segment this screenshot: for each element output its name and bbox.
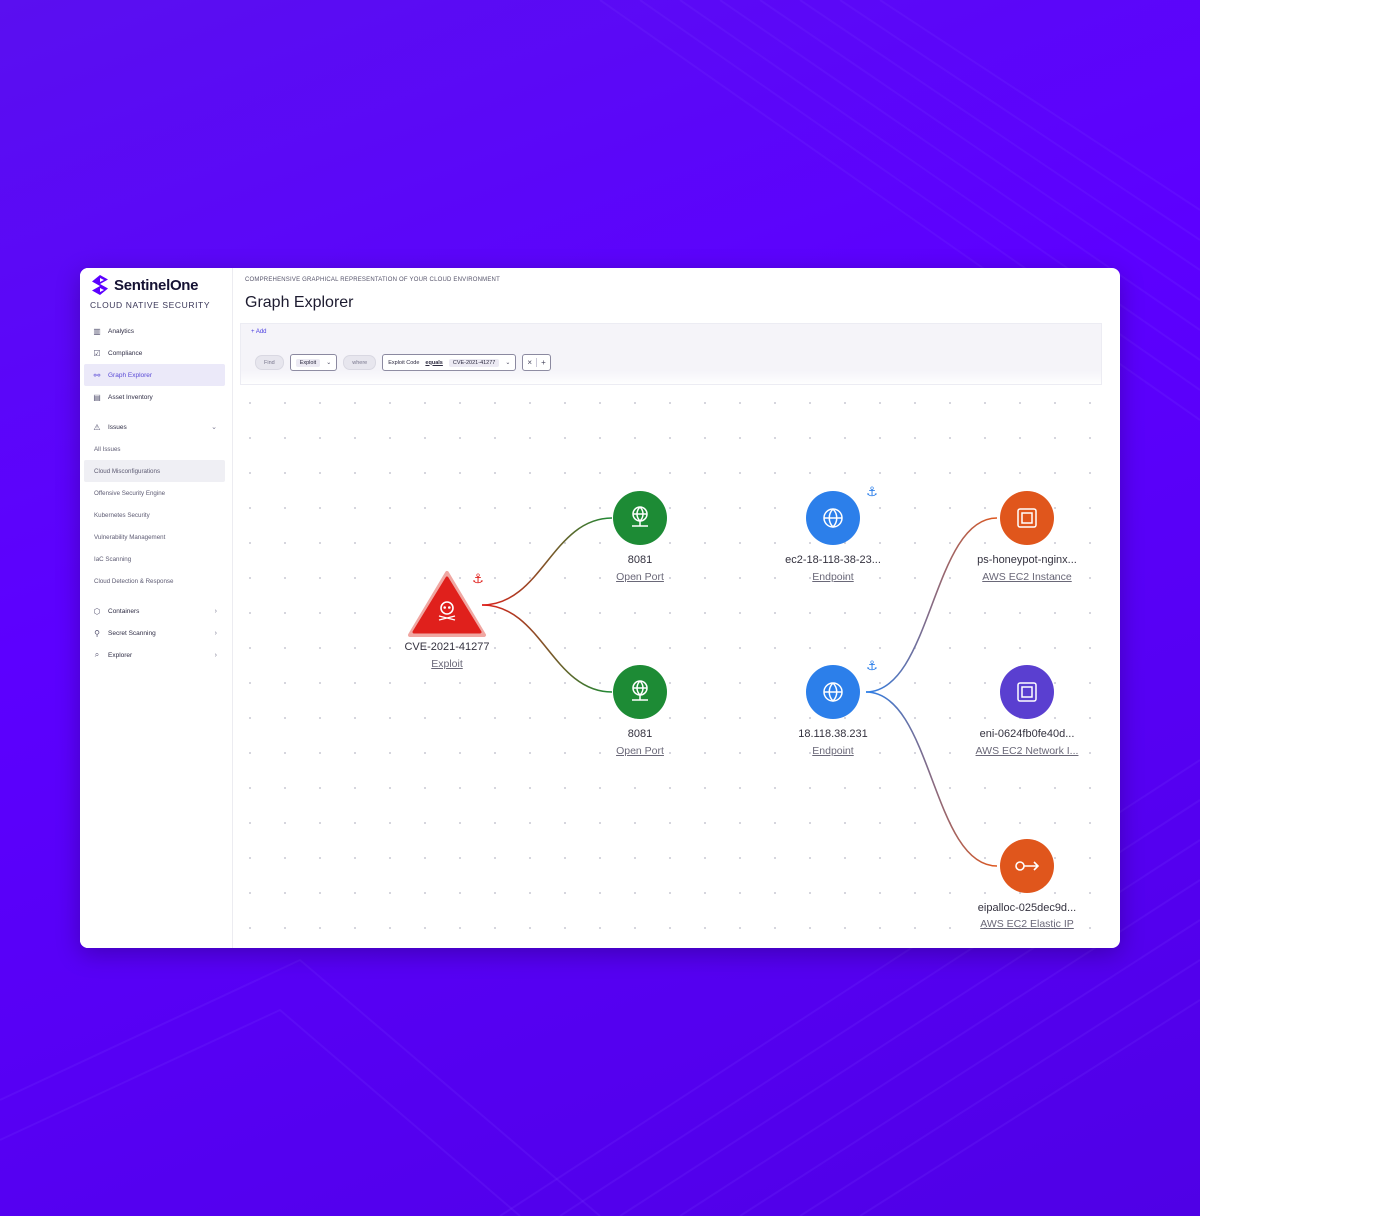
add-condition-button[interactable]: + bbox=[536, 358, 550, 367]
query-builder: + Add Find Exploit ⌄ where Exploit Code … bbox=[240, 323, 1102, 385]
condition-select[interactable]: Exploit Code equals CVE-2021-41277 ⌄ bbox=[382, 354, 517, 371]
sidebar-subitem-kubernetes-security[interactable]: Kubernetes Security bbox=[84, 504, 225, 526]
chevron-right-icon: › bbox=[214, 607, 217, 615]
node-network-interface[interactable] bbox=[1000, 665, 1054, 719]
condition-operator[interactable]: equals bbox=[425, 360, 442, 366]
node-type-link[interactable]: AWS EC2 Instance bbox=[982, 571, 1071, 583]
sidebar-item-label: Containers bbox=[108, 607, 140, 615]
node-type-link[interactable]: Exploit bbox=[431, 658, 463, 670]
page-kicker: COMPREHENSIVE GRAPHICAL REPRESENTATION O… bbox=[245, 277, 500, 283]
page-title: Graph Explorer bbox=[245, 294, 354, 311]
node-type-link[interactable]: Open Port bbox=[616, 571, 664, 583]
node-label: eni-0624fb0fe40d... bbox=[979, 728, 1075, 740]
node-type-link[interactable]: Open Port bbox=[616, 745, 664, 757]
anchor-icon: ⚓ bbox=[866, 659, 878, 674]
sidebar-item-explorer[interactable]: ⌕ Explorer › bbox=[84, 644, 225, 666]
query-row: Find Exploit ⌄ where Exploit Code equals… bbox=[255, 354, 551, 371]
brand-subtitle: CLOUD NATIVE SECURITY bbox=[90, 300, 211, 310]
sidebar-item-graph-explorer[interactable]: ⚯ Graph Explorer bbox=[84, 364, 225, 386]
check-square-icon: ☑ bbox=[93, 348, 101, 358]
chevron-down-icon: ⌄ bbox=[211, 424, 217, 431]
remove-condition-button[interactable]: × bbox=[523, 358, 536, 367]
sidebar-subitem-offensive-security-engine[interactable]: Offensive Security Engine bbox=[84, 482, 225, 504]
node-label: 8081 bbox=[627, 728, 653, 740]
graph-svg: ⚓ ⚓ ⚓ bbox=[232, 385, 1120, 948]
node-type-link[interactable]: AWS EC2 Elastic IP bbox=[980, 918, 1074, 930]
sidebar-subitem-vulnerability-management[interactable]: Vulnerability Management bbox=[84, 526, 225, 548]
sidebar: SentinelOne CLOUD NATIVE SECURITY ▥ Anal… bbox=[80, 268, 233, 948]
sidebar-item-label: Secret Scanning bbox=[108, 629, 156, 637]
sidebar-subitem-all-issues[interactable]: All Issues bbox=[84, 438, 225, 460]
sidebar-item-analytics[interactable]: ▥ Analytics bbox=[84, 320, 225, 342]
find-label: Find bbox=[255, 355, 284, 370]
dot-grid bbox=[232, 385, 1120, 948]
node-type-link[interactable]: AWS EC2 Network I... bbox=[976, 745, 1079, 757]
sidebar-item-label: Explorer bbox=[108, 651, 133, 659]
sidebar-item-label: Issues bbox=[108, 423, 127, 431]
anchor-icon: ⚓ bbox=[472, 572, 484, 587]
sidebar-item-asset-inventory[interactable]: ▤ Asset Inventory bbox=[84, 386, 225, 408]
brand-name: SentinelOne bbox=[114, 276, 199, 294]
entity-select[interactable]: Exploit ⌄ bbox=[289, 354, 338, 371]
condition-value: CVE-2021-41277 bbox=[448, 358, 500, 367]
node-label: 8081 bbox=[627, 554, 653, 566]
query-fade bbox=[241, 370, 1101, 384]
node-type-link[interactable]: Endpoint bbox=[812, 745, 853, 757]
graph-canvas[interactable]: ⚓ ⚓ ⚓ CVE-2021-41277 Exploit 8081 Open P… bbox=[232, 385, 1120, 948]
sentinelone-logo-icon bbox=[92, 275, 108, 295]
sidebar-nav: ▥ Analytics ☑ Compliance ⚯ Graph Explore… bbox=[84, 320, 225, 666]
container-icon: ⬡ bbox=[93, 606, 101, 616]
sidebar-subitem-iac-scanning[interactable]: IaC Scanning bbox=[84, 548, 225, 570]
sidebar-item-compliance[interactable]: ☑ Compliance bbox=[84, 342, 225, 364]
brand-logo[interactable]: SentinelOne bbox=[90, 274, 199, 296]
node-label: ec2-18-118-38-23... bbox=[785, 554, 881, 566]
chevron-down-icon: ⌄ bbox=[326, 360, 332, 366]
node-label: ps-honeypot-nginx... bbox=[977, 554, 1077, 566]
white-margin bbox=[1200, 0, 1382, 1216]
sidebar-item-label: Asset Inventory bbox=[108, 393, 153, 401]
sidebar-item-label: Compliance bbox=[108, 349, 143, 357]
main-content: COMPREHENSIVE GRAPHICAL REPRESENTATION O… bbox=[232, 268, 1120, 948]
sidebar-item-containers[interactable]: ⬡ Containers › bbox=[84, 600, 225, 622]
node-port2[interactable] bbox=[613, 665, 667, 719]
app-window: SentinelOne CLOUD NATIVE SECURITY ▥ Anal… bbox=[80, 268, 1120, 948]
sidebar-item-secret-scanning[interactable]: ⚲ Secret Scanning › bbox=[84, 622, 225, 644]
add-query-link[interactable]: + Add bbox=[251, 329, 267, 335]
node-label: CVE-2021-41277 bbox=[404, 641, 490, 653]
inventory-icon: ▤ bbox=[93, 392, 101, 402]
chevron-down-icon: ⌄ bbox=[505, 360, 511, 366]
chevron-right-icon: › bbox=[214, 651, 217, 659]
anchor-icon: ⚓ bbox=[866, 485, 878, 500]
search-icon: ⌕ bbox=[94, 650, 100, 659]
node-label: eipalloc-025dec9d... bbox=[977, 902, 1077, 914]
entity-value: Exploit bbox=[295, 358, 321, 367]
sidebar-item-issues[interactable]: ⚠ Issues ⌄ bbox=[84, 416, 225, 438]
query-actions: × + bbox=[522, 354, 551, 371]
sidebar-item-label: Analytics bbox=[108, 327, 135, 335]
key-icon: ⚲ bbox=[94, 628, 100, 638]
node-port1[interactable] bbox=[613, 491, 667, 545]
node-label: 18.118.38.231 bbox=[798, 728, 868, 740]
condition-field: Exploit Code bbox=[388, 359, 420, 366]
sidebar-item-label: Graph Explorer bbox=[108, 371, 153, 379]
warning-icon: ⚠ bbox=[93, 422, 101, 432]
sidebar-subitem-cloud-detection-response[interactable]: Cloud Detection & Response bbox=[84, 570, 225, 592]
where-label: where bbox=[343, 355, 377, 370]
node-ec2-instance[interactable] bbox=[1000, 491, 1054, 545]
sidebar-subitem-cloud-misconfigurations[interactable]: Cloud Misconfigurations bbox=[84, 460, 225, 482]
graph-icon: ⚯ bbox=[93, 370, 101, 380]
node-elastic-ip[interactable] bbox=[1000, 839, 1054, 893]
bar-chart-icon: ▥ bbox=[93, 326, 101, 336]
node-type-link[interactable]: Endpoint bbox=[812, 571, 853, 583]
chevron-right-icon: › bbox=[214, 629, 217, 637]
